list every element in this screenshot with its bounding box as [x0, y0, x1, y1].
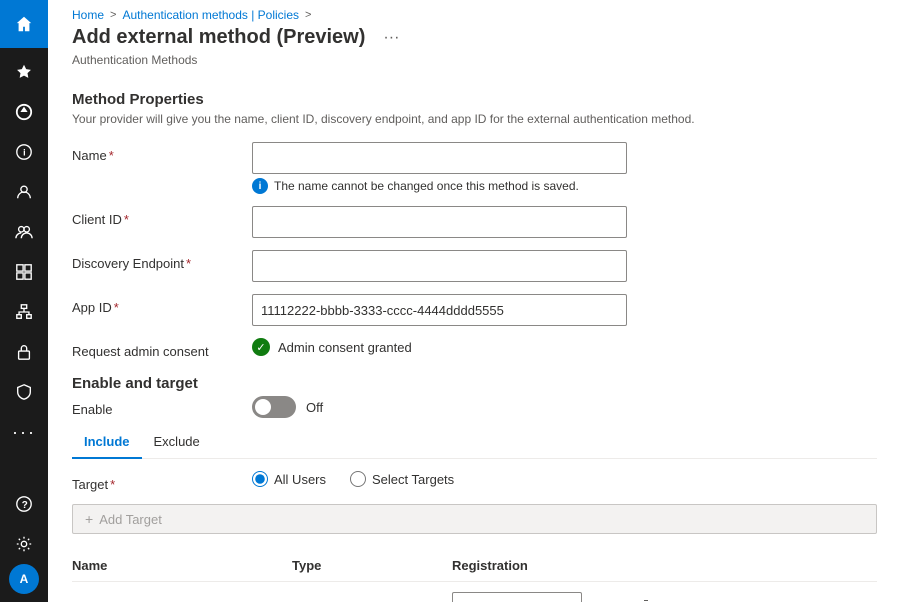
row-registration: Optional Required Disabled [452, 582, 632, 602]
name-input[interactable] [252, 142, 627, 174]
user-nav-icon[interactable] [0, 172, 48, 212]
toggle-state-label: Off [306, 400, 323, 415]
method-properties-desc: Your provider will give you the name, cl… [72, 112, 877, 126]
discovery-input[interactable] [252, 250, 627, 282]
toggle-thumb [255, 399, 271, 415]
consent-label: Request admin consent [72, 338, 252, 359]
home-nav-icon[interactable] [0, 4, 48, 44]
toggle-container: Off [252, 396, 323, 418]
col-actions-header [632, 550, 877, 582]
select-targets-radio[interactable] [350, 471, 366, 487]
discovery-row: Discovery Endpoint* [72, 250, 877, 282]
entra-icon[interactable] [0, 92, 48, 132]
svg-text:?: ? [22, 500, 28, 511]
svg-text:i: i [23, 148, 26, 158]
sidebar: i [0, 0, 48, 602]
table-row: All Users Group Optional Required Disabl… [72, 582, 877, 602]
breadcrumb-sep1: > [110, 9, 116, 21]
client-id-input[interactable] [252, 206, 627, 238]
name-row: Name* i The name cannot be changed once … [72, 142, 877, 194]
consent-row: Request admin consent ✓ Admin consent gr… [72, 338, 877, 359]
lock-nav-icon[interactable] [0, 332, 48, 372]
page-header: Add external method (Preview) ··· [48, 22, 901, 53]
check-icon: ✓ [252, 338, 270, 356]
tab-exclude[interactable]: Exclude [142, 426, 212, 459]
radio-group: All Users Select Targets [252, 471, 877, 487]
select-targets-label: Select Targets [372, 472, 454, 487]
delete-icon [638, 598, 654, 602]
target-options: All Users Select Targets [252, 471, 877, 487]
all-users-radio[interactable] [252, 471, 268, 487]
name-label: Name* [72, 142, 252, 163]
row-actions [632, 582, 877, 602]
breadcrumb-policies[interactable]: Authentication methods | Policies [122, 8, 299, 22]
avatar[interactable]: A [9, 564, 39, 594]
plus-icon: + [85, 511, 93, 527]
registration-dropdown[interactable]: Optional Required Disabled [452, 592, 582, 602]
app-id-input[interactable] [252, 294, 627, 326]
apps-nav-icon[interactable] [0, 252, 48, 292]
enable-row: Enable Off [72, 396, 877, 418]
enable-label: Enable [72, 396, 252, 417]
add-target-button[interactable]: + Add Target [72, 504, 877, 534]
discovery-field [252, 250, 877, 282]
help-icon[interactable]: ? [0, 484, 48, 524]
more-options-button[interactable]: ··· [377, 27, 405, 49]
table-body: All Users Group Optional Required Disabl… [72, 582, 877, 602]
info-nav-icon[interactable]: i [0, 132, 48, 172]
client-id-row: Client ID* [72, 206, 877, 238]
client-id-label: Client ID* [72, 206, 252, 227]
sidebar-bottom: ? A [0, 484, 48, 602]
main-content: Home > Authentication methods | Policies… [48, 0, 901, 602]
col-registration-header: Registration [452, 550, 632, 582]
target-label: Target* [72, 471, 252, 492]
breadcrumb-sep2: > [305, 9, 311, 21]
col-type-header: Type [292, 550, 452, 582]
name-field: i The name cannot be changed once this m… [252, 142, 877, 194]
select-targets-radio-label[interactable]: Select Targets [350, 471, 454, 487]
warning-text: The name cannot be changed once this met… [274, 179, 579, 193]
col-name-header: Name [72, 550, 292, 582]
targets-table: Name Type Registration All Users Group O… [72, 550, 877, 602]
method-properties-title: Method Properties [72, 91, 877, 108]
page-subtitle: Authentication Methods [48, 53, 901, 75]
more-nav-icon[interactable]: ··· [0, 412, 48, 452]
breadcrumb: Home > Authentication methods | Policies… [48, 0, 901, 22]
table-head: Name Type Registration [72, 550, 877, 582]
avatar-initials: A [20, 572, 29, 586]
target-row: Target* All Users Select Targets [72, 471, 877, 492]
name-warning: i The name cannot be changed once this m… [252, 178, 877, 194]
shield-nav-icon[interactable] [0, 372, 48, 412]
tab-include[interactable]: Include [72, 426, 142, 459]
consent-text: Admin consent granted [278, 340, 412, 355]
toggle-track [252, 396, 296, 418]
all-users-radio-label[interactable]: All Users [252, 471, 326, 487]
table-header-row: Name Type Registration [72, 550, 877, 582]
enable-toggle[interactable] [252, 396, 296, 418]
org-nav-icon[interactable] [0, 292, 48, 332]
favorites-icon[interactable] [0, 52, 48, 92]
row-name: All Users [72, 582, 292, 602]
app-id-field [252, 294, 877, 326]
client-id-field [252, 206, 877, 238]
delete-button[interactable] [632, 596, 660, 602]
scroll-area: Method Properties Your provider will giv… [48, 75, 901, 602]
settings-icon[interactable] [0, 524, 48, 564]
add-target-label: Add Target [99, 512, 162, 527]
page-title: Add external method (Preview) [72, 26, 365, 49]
sidebar-top [0, 0, 48, 48]
discovery-label: Discovery Endpoint* [72, 250, 252, 271]
all-users-label: All Users [274, 472, 326, 487]
consent-status: ✓ Admin consent granted [252, 338, 877, 356]
app-id-label: App ID* [72, 294, 252, 315]
row-type: Group [292, 582, 452, 602]
warning-icon: i [252, 178, 268, 194]
group-nav-icon[interactable] [0, 212, 48, 252]
breadcrumb-home[interactable]: Home [72, 8, 104, 22]
enable-target-title: Enable and target [72, 375, 877, 392]
include-exclude-tabs: Include Exclude [72, 426, 877, 459]
app-id-row: App ID* [72, 294, 877, 326]
